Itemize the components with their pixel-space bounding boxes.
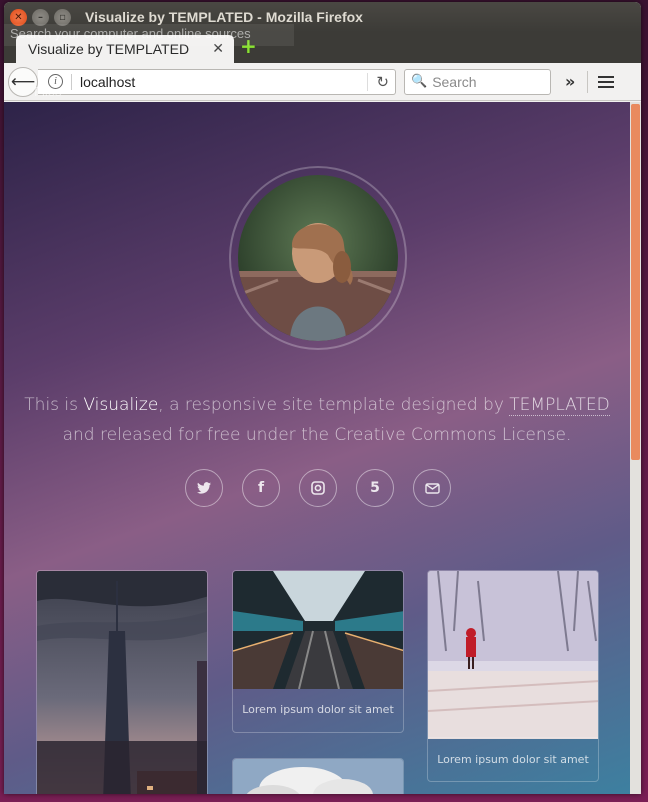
- facebook-icon: f: [257, 480, 265, 496]
- gallery-card-city[interactable]: [36, 570, 208, 794]
- instagram-button[interactable]: [299, 469, 337, 507]
- fivehundredpx-icon: 5: [370, 480, 380, 496]
- arrow-left-icon: ⟵: [10, 71, 36, 92]
- toolbar-separator: [587, 70, 589, 93]
- search-input[interactable]: [432, 73, 543, 90]
- gallery-caption: Lorem ipsum dolor sit amet: [242, 703, 394, 716]
- tab-strip: Visualize by TEMPLATED ✕ +: [4, 32, 641, 63]
- maximize-window-button[interactable]: ▫: [54, 8, 71, 26]
- intro-suffix: and released for free under the Creative…: [62, 425, 572, 445]
- search-icon: 🔍: [411, 74, 428, 89]
- gallery-card-clouds[interactable]: [232, 758, 404, 794]
- tab-visualize[interactable]: Visualize by TEMPLATED ✕: [16, 35, 234, 63]
- gallery-card-escalator[interactable]: Lorem ipsum dolor sit amet: [232, 570, 404, 733]
- avatar-ring: [229, 166, 407, 350]
- page-scrollbar[interactable]: [630, 102, 641, 794]
- url-input[interactable]: localhost: [80, 74, 367, 90]
- back-button[interactable]: ⟵: [8, 66, 38, 97]
- title-bar: ✕ – ▫ Visualize by TEMPLATED - Mozilla F…: [4, 2, 641, 32]
- hamburger-menu-icon[interactable]: [598, 75, 615, 88]
- window-controls: ✕ – ▫: [10, 8, 71, 26]
- facebook-button[interactable]: f: [242, 469, 280, 507]
- tab-close-icon[interactable]: ✕: [212, 41, 224, 57]
- scroll-thumb[interactable]: [631, 104, 640, 460]
- intro-text: This is Visualize, a responsive site tem…: [24, 390, 610, 450]
- intro-middle: , a responsive site template designed by: [158, 395, 510, 415]
- new-tab-button[interactable]: +: [240, 36, 257, 56]
- author-link[interactable]: TEMPLATED: [509, 395, 610, 416]
- reload-icon[interactable]: ↻: [367, 72, 389, 91]
- tab-label: Visualize by TEMPLATED: [28, 41, 190, 57]
- url-bar[interactable]: i localhost ↻: [38, 68, 396, 95]
- navigation-toolbar: ⟵ i localhost ↻ 🔍 »: [4, 63, 641, 101]
- social-links: f 5: [185, 469, 451, 507]
- avatar: [238, 175, 398, 341]
- escalator-photo: [233, 571, 403, 690]
- url-separator: [71, 73, 72, 90]
- email-button[interactable]: [413, 469, 451, 507]
- avatar-photo: [238, 175, 398, 341]
- minimize-window-button[interactable]: –: [32, 8, 49, 26]
- snow-photo: [428, 571, 598, 739]
- instagram-icon: [311, 481, 325, 495]
- city-photo: [37, 571, 207, 794]
- search-bar[interactable]: 🔍: [404, 68, 551, 95]
- window-title: Visualize by TEMPLATED - Mozilla Firefox: [85, 9, 363, 25]
- brand-name: Visualize: [83, 395, 159, 415]
- gallery-caption: Lorem ipsum dolor sit amet: [428, 737, 598, 781]
- overflow-menu-button[interactable]: »: [565, 72, 575, 91]
- close-window-button[interactable]: ✕: [10, 8, 27, 26]
- page-content: This is Visualize, a responsive site tem…: [4, 102, 630, 794]
- firefox-window: ✕ – ▫ Visualize by TEMPLATED - Mozilla F…: [4, 2, 641, 794]
- fivehundredpx-button[interactable]: 5: [356, 469, 394, 507]
- twitter-button[interactable]: [185, 469, 223, 507]
- intro-prefix: This is: [24, 395, 84, 415]
- gallery-card-snow[interactable]: Lorem ipsum dolor sit amet: [427, 570, 599, 782]
- envelope-icon: [424, 482, 440, 494]
- twitter-icon: [197, 482, 211, 494]
- info-icon[interactable]: i: [48, 74, 63, 89]
- clouds-photo: [233, 759, 403, 794]
